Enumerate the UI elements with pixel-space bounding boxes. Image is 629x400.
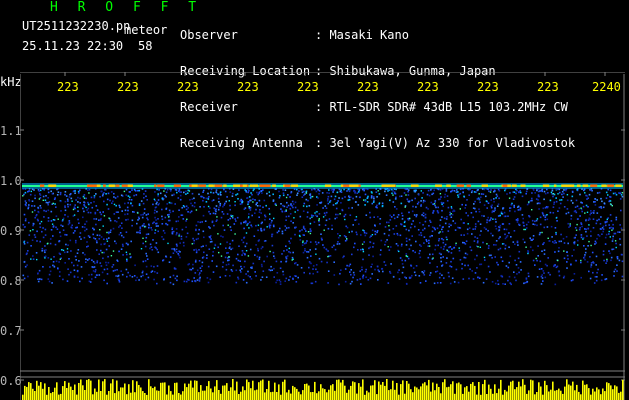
y-tick: 1.0 bbox=[0, 174, 22, 188]
date-time-label: 25.11.23 22:30 bbox=[22, 39, 124, 53]
unit-label: kHz bbox=[0, 75, 22, 89]
y-tick: 0.8 bbox=[0, 274, 22, 288]
meteor-count: 58 bbox=[138, 39, 153, 53]
tick-marks bbox=[20, 72, 625, 381]
y-tick: 0.9 bbox=[0, 224, 22, 238]
spectrogram bbox=[20, 72, 625, 400]
bottom-bars bbox=[22, 379, 624, 400]
file-id-label: UT2511232230.pn bbox=[22, 19, 131, 33]
noise-band bbox=[22, 188, 624, 286]
meteor-label: meteor bbox=[124, 23, 168, 37]
y-tick: 0.6 bbox=[0, 374, 22, 388]
observer-value: : Masaki Kano bbox=[315, 28, 409, 42]
observer-label: Observer bbox=[180, 28, 238, 42]
y-tick: 0.7 bbox=[0, 324, 22, 338]
echo-line bbox=[22, 183, 623, 189]
y-tick: 1.1 bbox=[0, 124, 22, 138]
